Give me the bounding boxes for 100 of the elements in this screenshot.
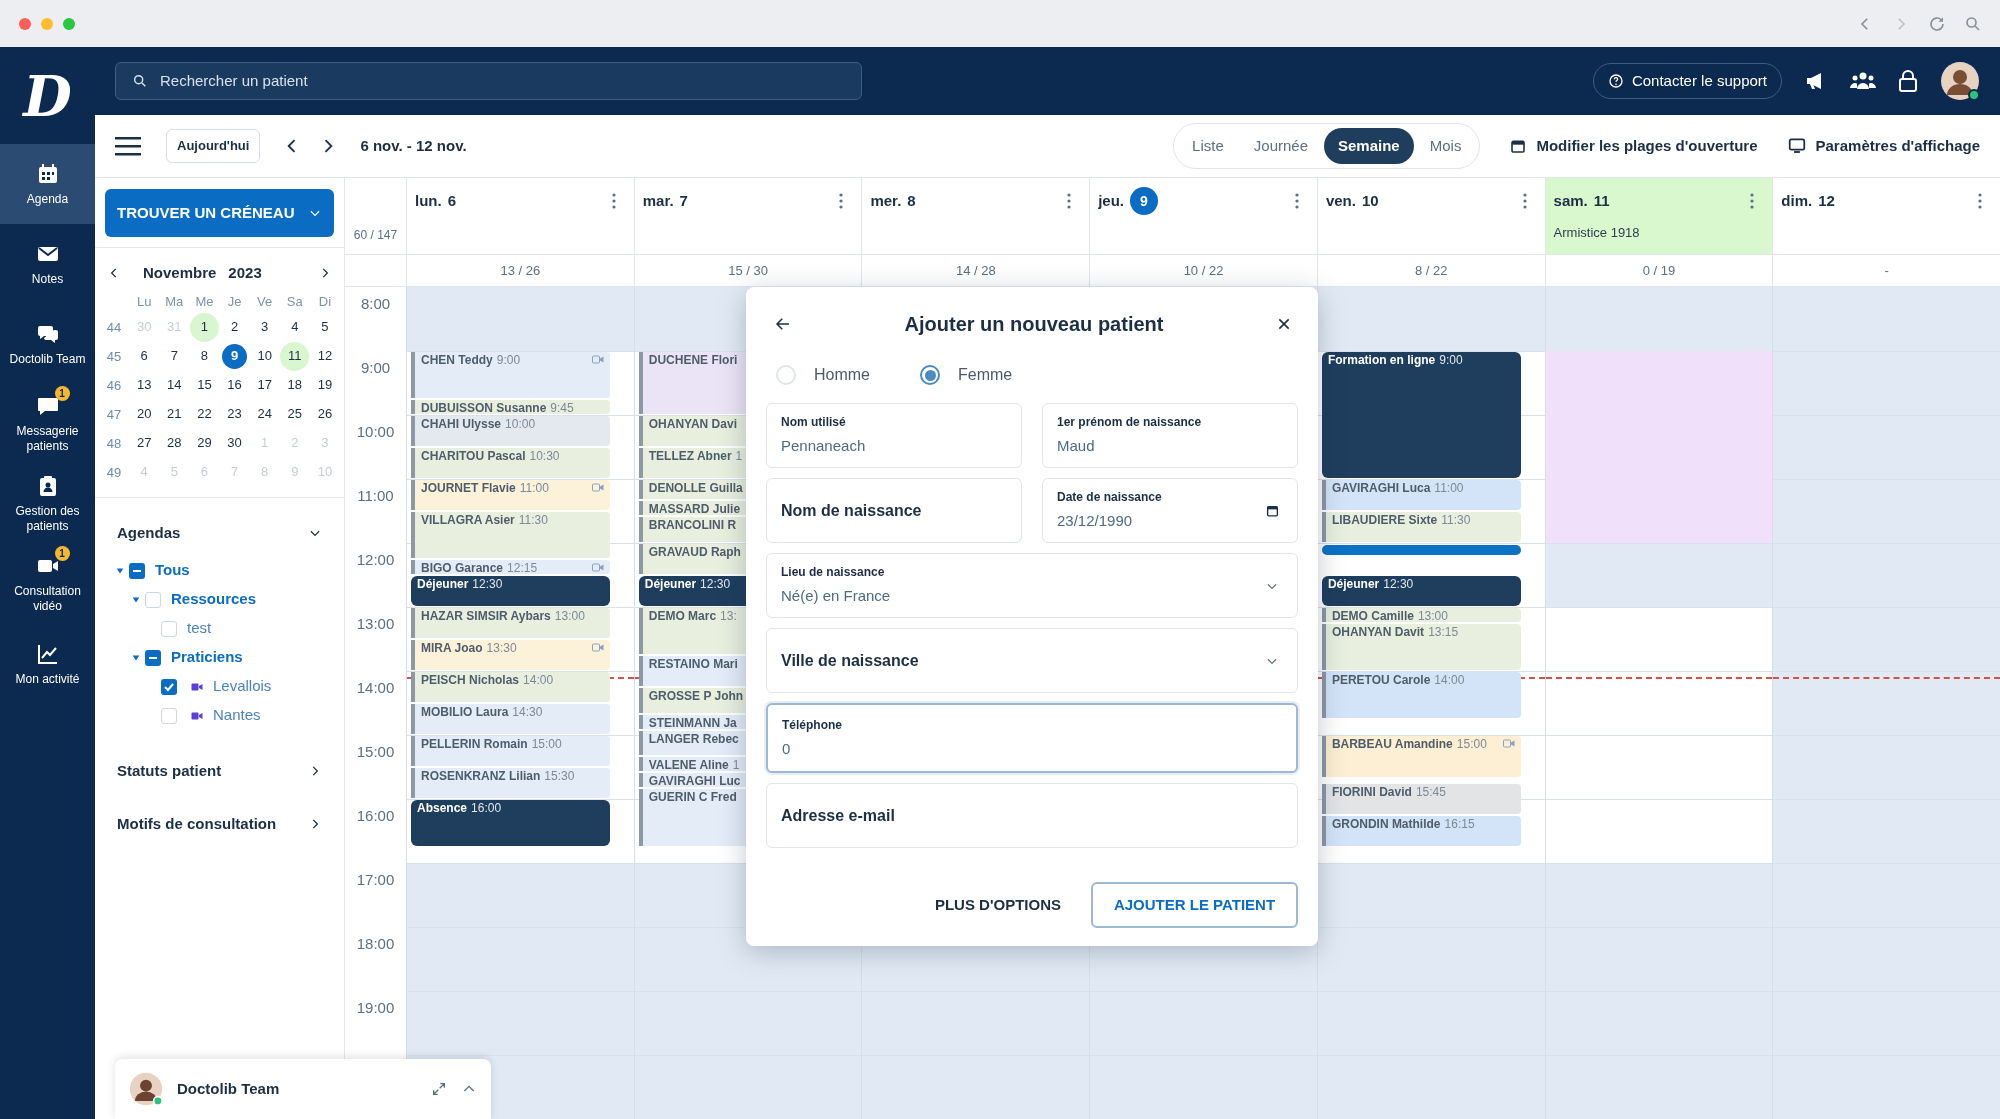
checkbox[interactable]: [161, 678, 177, 695]
appointment-card[interactable]: PERETOU Carole 14:00: [1321, 672, 1521, 718]
agenda-tree-item[interactable]: Praticiens: [171, 646, 243, 669]
appointment-card[interactable]: PEISCH Nicholas 14:00: [411, 672, 610, 702]
find-slot-button[interactable]: TROUVER UN CRÉNEAU: [105, 189, 334, 237]
form-field[interactable]: Nom utilisé Pennaneach: [766, 403, 1022, 468]
nav-item[interactable]: 1 Messagerie patients: [0, 384, 95, 464]
break-block[interactable]: Absence 16:00: [411, 800, 610, 846]
appointment-card[interactable]: BARBEAU Amandine 15:00: [1321, 736, 1521, 777]
calendar-day[interactable]: 13: [131, 372, 157, 398]
calendar-day[interactable]: 20: [131, 401, 157, 427]
checkbox[interactable]: [161, 620, 177, 637]
window-controls-icon[interactable]: [18, 16, 78, 31]
calendar-day[interactable]: 6: [131, 343, 157, 369]
calendar-day[interactable]: 16: [222, 372, 248, 398]
calendar-day[interactable]: 15: [191, 372, 217, 398]
checkbox[interactable]: [145, 649, 161, 666]
today-button[interactable]: Aujourd'hui: [166, 129, 261, 163]
view-tab[interactable]: Journée: [1239, 128, 1322, 164]
calendar-day[interactable]: 21: [161, 401, 187, 427]
form-field[interactable]: 1er prénom de naissance Maud: [1042, 403, 1298, 468]
reload-icon[interactable]: [1928, 14, 1946, 33]
search-bar[interactable]: Rechercher un patient: [115, 62, 862, 100]
appointment-card[interactable]: CHAHI Ulysse 10:00: [411, 416, 610, 446]
appointment-card[interactable]: GAVIRAGHI Luca 11:00: [1321, 480, 1521, 510]
calendar-day[interactable]: 27: [131, 430, 157, 456]
appointment-card[interactable]: PELLERIN Romain 15:00: [411, 736, 610, 766]
checkbox[interactable]: [129, 562, 145, 579]
break-block[interactable]: Formation en ligne 9:00: [1321, 352, 1521, 478]
calendar-day[interactable]: 24: [252, 401, 278, 427]
avatar-icon[interactable]: [1940, 61, 1980, 101]
view-tab[interactable]: Liste: [1178, 128, 1238, 164]
nav-item[interactable]: Gestion des patients: [0, 464, 95, 544]
form-field[interactable]: Téléphone 0: [766, 703, 1298, 773]
calendar-day[interactable]: 2: [222, 314, 248, 340]
calendar-day[interactable]: 26: [312, 401, 338, 427]
appointment-card[interactable]: BIGO Garance 12:15: [411, 560, 610, 574]
lock-icon[interactable]: [1898, 69, 1918, 93]
back-arrow-icon[interactable]: [774, 315, 792, 333]
appointment-card[interactable]: DEMO Camille 13:00: [1321, 608, 1521, 622]
expand-icon[interactable]: [431, 1081, 447, 1097]
appointment-card[interactable]: GRONDIN Mathilde 16:15: [1321, 816, 1521, 846]
appointment-card[interactable]: CHARITOU Pascal 10:30: [411, 448, 610, 478]
break-block[interactable]: Déjeuner 12:30: [411, 576, 610, 606]
view-tab[interactable]: Semaine: [1324, 128, 1414, 164]
checkbox[interactable]: [145, 591, 161, 608]
calendar-day[interactable]: 11: [282, 343, 308, 369]
calendar-day[interactable]: 8: [191, 343, 217, 369]
date-field[interactable]: 23/12/1990: [1057, 510, 1238, 533]
appointment-card[interactable]: VILLAGRA Asier 11:30: [411, 512, 610, 558]
calendar-day[interactable]: 12: [312, 343, 338, 369]
form-field[interactable]: Date de naissance 23/12/1990: [1042, 478, 1298, 543]
input-field[interactable]: Maud: [1057, 435, 1238, 458]
edit-hours-button[interactable]: Modifier les plages d'ouverture: [1510, 134, 1758, 158]
nav-item[interactable]: Mon activité: [0, 624, 95, 704]
checkbox[interactable]: [161, 707, 177, 724]
avatar-icon[interactable]: [129, 1072, 163, 1106]
add-patient-button[interactable]: AJOUTER LE PATIENT: [1091, 882, 1298, 928]
calendar-day[interactable]: 10: [252, 343, 278, 369]
appointment-card[interactable]: DUBUISSON Susanne 9:45: [411, 400, 610, 414]
view-tab[interactable]: Mois: [1415, 128, 1476, 164]
appointment-card[interactable]: OHANYAN Davit 13:15: [1321, 624, 1521, 670]
agenda-tree-item[interactable]: Nantes: [213, 704, 261, 727]
more-options-button[interactable]: PLUS D'OPTIONS: [920, 882, 1075, 928]
calendar-day[interactable]: 19: [312, 372, 338, 398]
calendar-day[interactable]: 30: [222, 430, 248, 456]
calendar-day[interactable]: 3: [252, 314, 278, 340]
calendar-day[interactable]: 4: [282, 314, 308, 340]
agenda-tree-item[interactable]: Tous: [155, 559, 190, 582]
form-field[interactable]: Nom de naissance: [766, 478, 1022, 543]
calendar-day[interactable]: 1: [191, 314, 217, 340]
section-header[interactable]: Motifs de consultation: [95, 812, 344, 835]
section-header[interactable]: Statuts patient: [95, 760, 344, 783]
agenda-tree-item[interactable]: test: [187, 617, 212, 640]
logo[interactable]: D: [23, 67, 72, 124]
close-icon[interactable]: [1276, 316, 1292, 332]
calendar-day[interactable]: 5: [312, 314, 338, 340]
radio-button[interactable]: [920, 365, 940, 385]
appointment-card[interactable]: ROSENKRANZ Lilian 15:30: [411, 768, 610, 798]
agenda-tree-item[interactable]: Levallois: [213, 675, 272, 698]
search-icon[interactable]: [1964, 14, 1982, 33]
appointment-card[interactable]: HAZAR SIMSIR Aybars 13:00: [411, 608, 610, 638]
menu-icon[interactable]: [115, 136, 141, 156]
agenda-tree-item[interactable]: Ressources: [171, 588, 257, 611]
appointment-card[interactable]: MOBILIO Laura 14:30: [411, 704, 610, 734]
calendar-day[interactable]: 28: [161, 430, 187, 456]
calendar-day[interactable]: 29: [191, 430, 217, 456]
calendar-day[interactable]: 14: [161, 372, 187, 398]
calendar-day[interactable]: 17: [252, 372, 278, 398]
form-field[interactable]: Lieu de naissance Né(e) en France: [766, 553, 1298, 618]
form-field[interactable]: Ville de naissance: [766, 628, 1298, 693]
display-settings-button[interactable]: Paramètres d'affichage: [1787, 134, 1980, 158]
calendar-day[interactable]: 22: [191, 401, 217, 427]
calendar-day[interactable]: 18: [282, 372, 308, 398]
nav-item[interactable]: Notes: [0, 224, 95, 304]
break-block[interactable]: Déjeuner 12:30: [1321, 576, 1521, 606]
appointment-card[interactable]: CHEN Teddy 9:00: [411, 352, 610, 398]
nav-item[interactable]: Doctolib Team: [0, 304, 95, 384]
nav-item[interactable]: Agenda: [0, 144, 95, 224]
calendar-day[interactable]: 7: [161, 343, 187, 369]
